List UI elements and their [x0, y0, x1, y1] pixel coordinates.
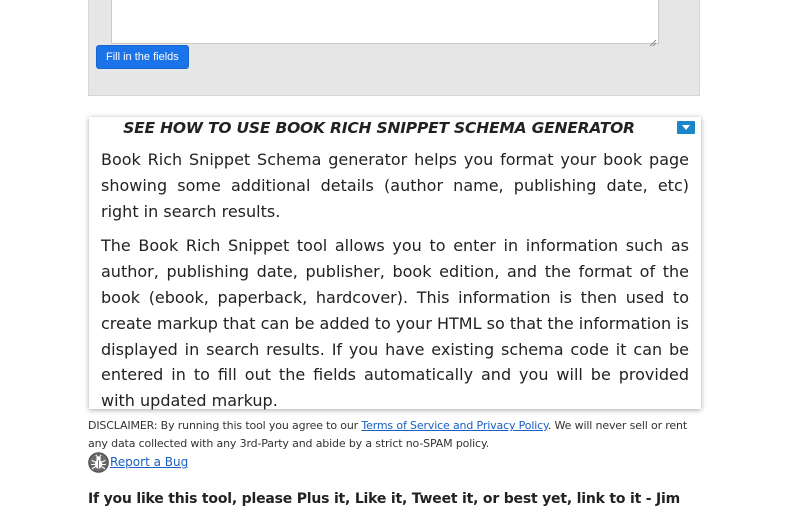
- fill-in-fields-button[interactable]: Fill in the fields: [96, 45, 189, 69]
- report-bug-link[interactable]: Report a Bug: [110, 455, 188, 469]
- plug-message: If you like this tool, please Plus it, L…: [88, 491, 681, 507]
- disclaimer-text: DISCLAIMER: By running this tool you agr…: [88, 417, 704, 453]
- report-bug-row[interactable]: Report a Bug: [88, 451, 188, 473]
- howto-paragraph-1: Book Rich Snippet Schema generator helps…: [101, 150, 689, 221]
- terms-privacy-link[interactable]: Terms of Service and Privacy Policy: [361, 419, 548, 432]
- howto-toggle-button[interactable]: [677, 121, 695, 134]
- resize-handle-icon[interactable]: [649, 34, 657, 47]
- bug-icon: [88, 451, 109, 473]
- howto-title[interactable]: SEE HOW TO USE BOOK RICH SNIPPET SCHEMA …: [89, 118, 669, 138]
- caret-down-icon: [682, 125, 690, 130]
- disclaimer-prefix: DISCLAIMER: By running this tool you agr…: [88, 419, 362, 432]
- howto-body: Book Rich Snippet Schema generator helps…: [101, 147, 689, 423]
- schema-form-panel: Fill in the fields: [88, 0, 700, 96]
- schema-code-textarea[interactable]: [111, 0, 659, 44]
- howto-card: SEE HOW TO USE BOOK RICH SNIPPET SCHEMA …: [89, 117, 701, 410]
- howto-paragraph-2: The Book Rich Snippet tool allows you to…: [101, 236, 689, 411]
